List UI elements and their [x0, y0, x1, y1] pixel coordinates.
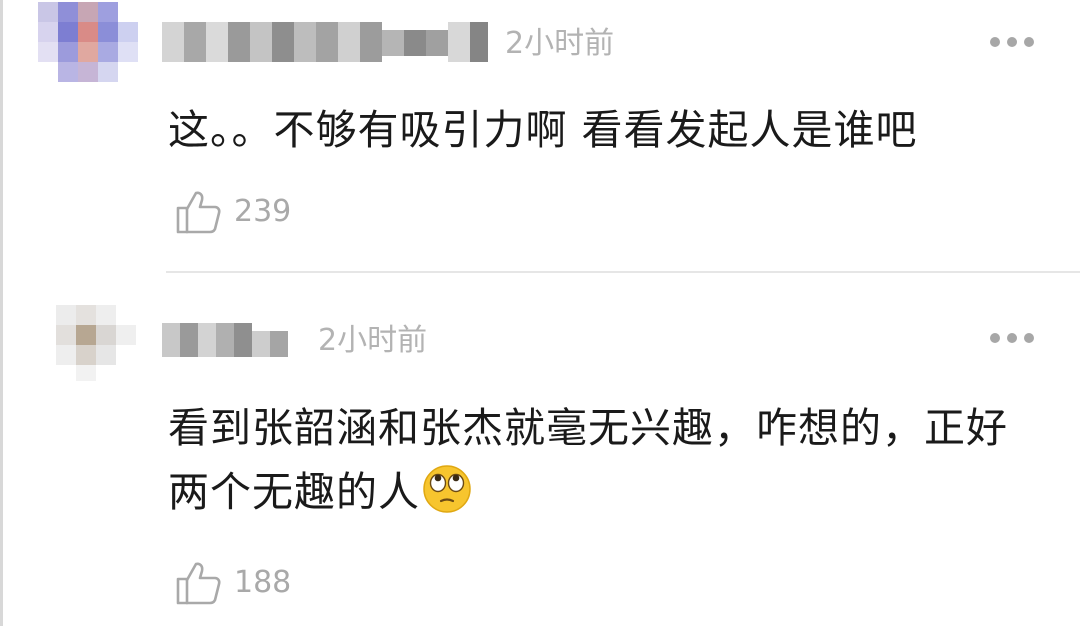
comment-text: 这。。不够有吸引力啊 看看发起人是谁吧 — [168, 98, 1038, 162]
ellipsis-icon[interactable] — [990, 331, 1034, 345]
comment-text: 看到张韶涵和张杰就毫无兴趣，咋想的，正好两个无趣的人 — [168, 396, 1038, 524]
ellipsis-icon[interactable] — [990, 35, 1034, 49]
thumbs-up-icon[interactable] — [174, 559, 222, 607]
username-blurred[interactable] — [162, 20, 488, 66]
comment-body: 这。。不够有吸引力啊 看看发起人是谁吧 — [168, 106, 918, 154]
like-count: 188 — [234, 565, 292, 600]
eye-roll-emoji — [422, 464, 472, 514]
comment-item: 2小时前 这。。不够有吸引力啊 看看发起人是谁吧 239 — [0, 0, 1080, 270]
comment-body: 看到张韶涵和张杰就毫无兴趣，咋想的，正好两个无趣的人 — [168, 404, 1008, 516]
thumbs-up-icon[interactable] — [174, 188, 222, 236]
username-blurred[interactable] — [162, 319, 292, 365]
comment-timestamp: 2小时前 — [318, 323, 428, 358]
comment-list: 2小时前 这。。不够有吸引力啊 看看发起人是谁吧 239 2小时前 看到张韶涵和… — [0, 0, 1080, 626]
comment-item: 2小时前 看到张韶涵和张杰就毫无兴趣，咋想的，正好两个无趣的人 188 — [0, 273, 1080, 626]
like-button[interactable]: 239 — [174, 188, 291, 236]
like-button[interactable]: 188 — [174, 559, 291, 607]
comment-timestamp: 2小时前 — [505, 26, 615, 61]
like-count: 239 — [234, 194, 292, 229]
user-avatar[interactable] — [38, 0, 138, 92]
user-avatar[interactable] — [46, 291, 146, 391]
